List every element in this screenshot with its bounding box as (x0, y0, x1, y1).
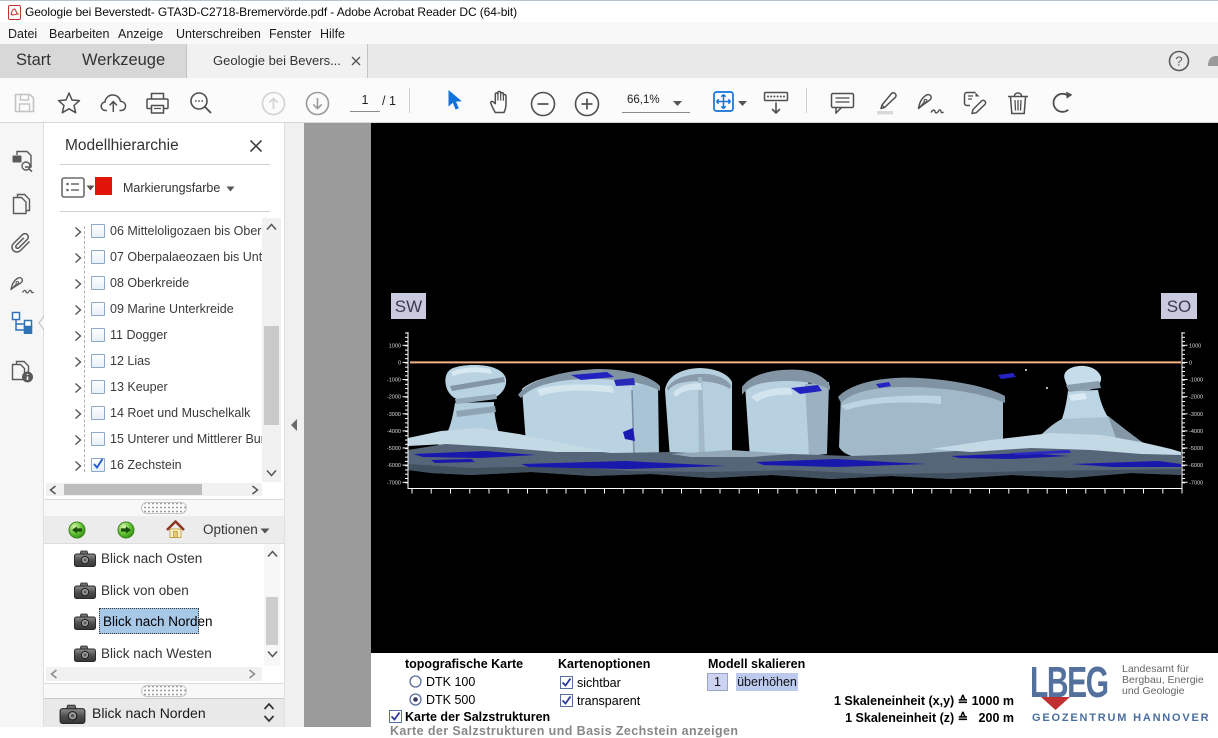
svg-text:-6000: -6000 (387, 463, 401, 469)
svg-text:-4000: -4000 (387, 429, 401, 435)
svg-text:-5000: -5000 (1189, 446, 1203, 452)
svg-text:?: ? (1175, 54, 1182, 69)
svg-text:-3000: -3000 (1189, 412, 1203, 418)
svg-text:1000: 1000 (1189, 343, 1201, 349)
svg-text:-3000: -3000 (387, 412, 401, 418)
svg-text:-7000: -7000 (387, 480, 401, 486)
svg-text:SW: SW (395, 297, 422, 316)
svg-text:0: 0 (398, 360, 401, 366)
svg-text:-2000: -2000 (387, 395, 401, 401)
svg-text:-1000: -1000 (1189, 378, 1203, 384)
svg-text:-4000: -4000 (1189, 429, 1203, 435)
svg-text:-2000: -2000 (1189, 395, 1203, 401)
svg-text:0: 0 (1189, 360, 1192, 366)
svg-text:1000: 1000 (389, 343, 401, 349)
svg-text:-5000: -5000 (387, 446, 401, 452)
svg-text:-1000: -1000 (387, 378, 401, 384)
svg-text:SO: SO (1167, 297, 1192, 316)
svg-text:-6000: -6000 (1189, 463, 1203, 469)
svg-text:-7000: -7000 (1189, 480, 1203, 486)
